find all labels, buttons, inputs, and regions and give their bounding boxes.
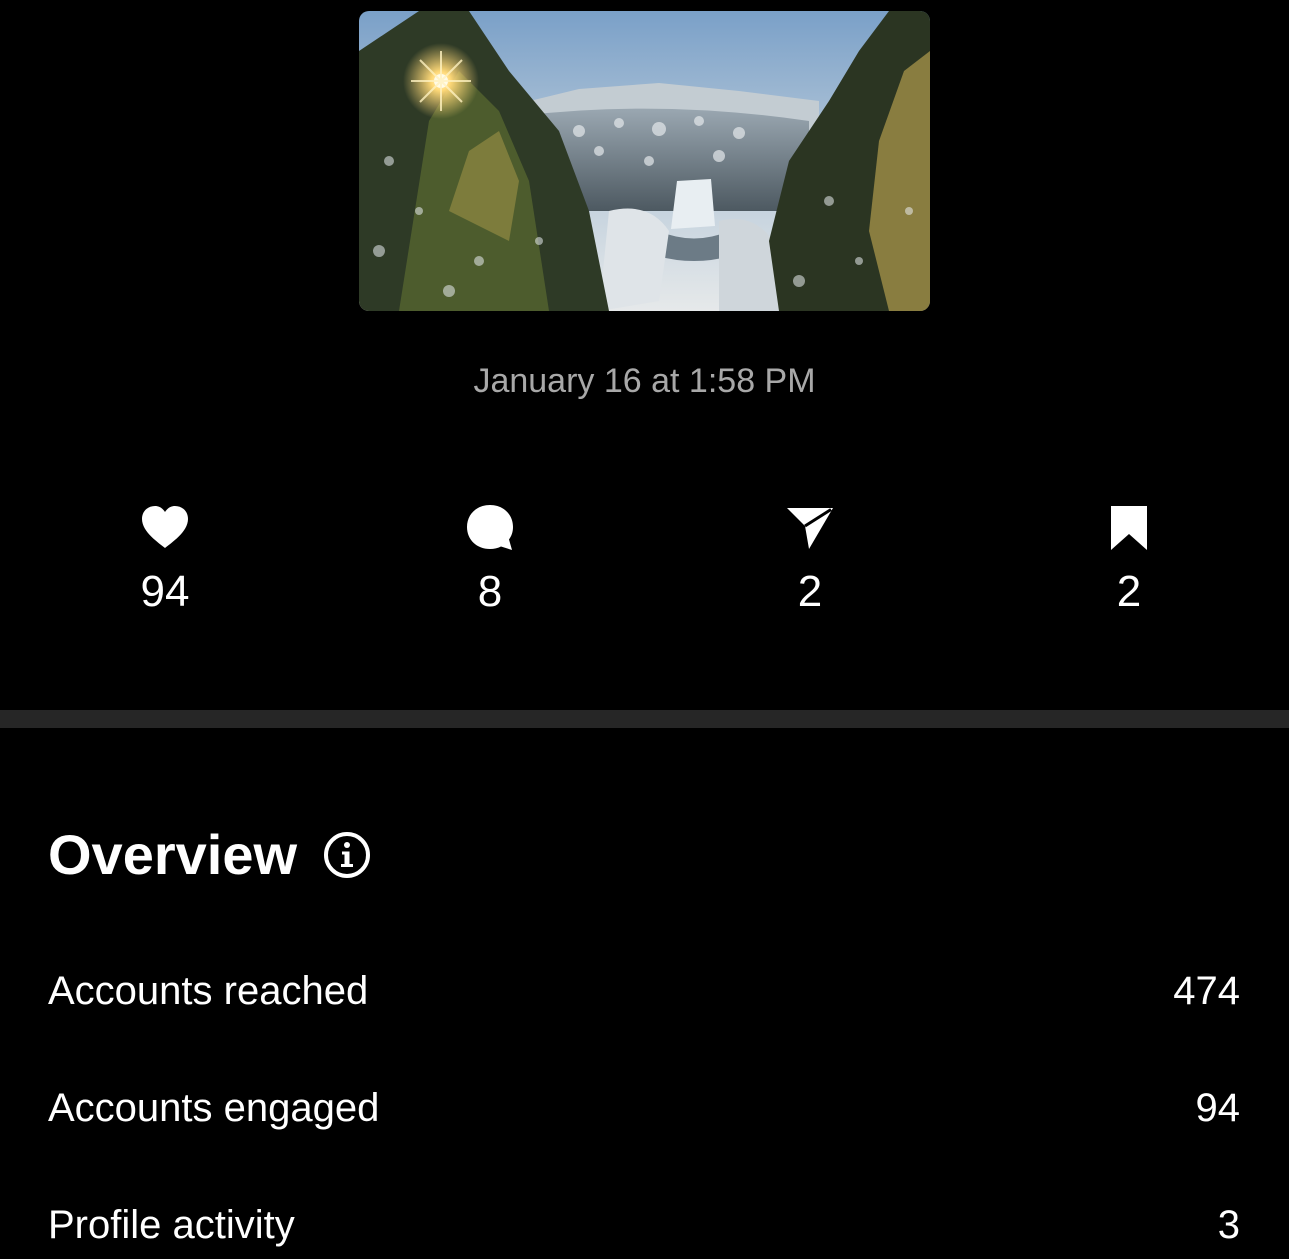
saves-stat[interactable]: 2 [1049, 500, 1209, 630]
comments-count: 8 [477, 567, 503, 616]
post-stats-row: 94 8 2 2 [0, 500, 1289, 630]
shares-stat[interactable]: 2 [730, 500, 890, 630]
info-icon[interactable] [323, 831, 371, 879]
comment-icon [467, 505, 513, 550]
post-thumbnail[interactable] [359, 11, 930, 311]
bookmark-icon [1111, 506, 1147, 550]
metric-value: 94 [1195, 1086, 1241, 1130]
metric-row-profile-activity[interactable]: Profile activity 3 [48, 1200, 1240, 1250]
heart-icon [142, 506, 188, 548]
post-image [359, 11, 930, 311]
metric-row-accounts-reached[interactable]: Accounts reached 474 [48, 966, 1240, 1016]
section-divider [0, 710, 1289, 728]
post-date: January 16 at 1:58 PM [473, 362, 816, 400]
metric-value: 474 [1173, 969, 1240, 1013]
likes-stat[interactable]: 94 [85, 500, 245, 630]
likes-count: 94 [140, 567, 190, 616]
metric-label: Profile activity [48, 1203, 295, 1247]
saves-count: 2 [1116, 567, 1142, 616]
share-icon [787, 508, 833, 549]
overview-header: Overview [48, 822, 371, 888]
metric-value: 3 [1217, 1203, 1240, 1247]
metric-label: Accounts engaged [48, 1086, 380, 1130]
metric-row-accounts-engaged[interactable]: Accounts engaged 94 [48, 1083, 1240, 1133]
metric-label: Accounts reached [48, 969, 369, 1013]
shares-count: 2 [797, 567, 823, 616]
comments-stat[interactable]: 8 [410, 500, 570, 630]
overview-title: Overview [48, 823, 298, 886]
